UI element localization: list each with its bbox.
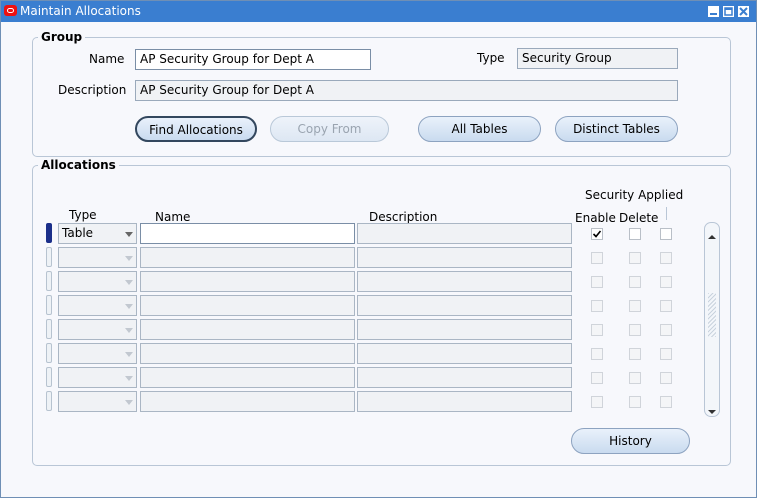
- enable-checkbox[interactable]: [591, 252, 603, 264]
- security-checkbox[interactable]: [660, 396, 672, 408]
- all-tables-button[interactable]: All Tables: [418, 116, 541, 142]
- allocation-name-field[interactable]: [140, 319, 355, 340]
- group-legend: Group: [38, 30, 86, 44]
- enable-checkbox[interactable]: [591, 372, 603, 384]
- enable-checkbox[interactable]: [591, 324, 603, 336]
- allocation-description-field[interactable]: [357, 391, 572, 412]
- column-header-name: Name: [155, 210, 191, 224]
- enable-checkbox[interactable]: [591, 300, 603, 312]
- delete-checkbox[interactable]: [629, 300, 641, 312]
- row-indicator[interactable]: [46, 319, 52, 339]
- type-label: Type: [477, 51, 505, 65]
- row-indicator[interactable]: [46, 367, 52, 387]
- column-header-delete: Delete: [619, 211, 659, 225]
- delete-checkbox[interactable]: [629, 276, 641, 288]
- row-indicator[interactable]: [46, 271, 52, 291]
- allocation-description-field[interactable]: [357, 367, 572, 388]
- type-select[interactable]: Table: [58, 223, 137, 244]
- app-icon: [4, 5, 17, 16]
- security-checkbox[interactable]: [660, 324, 672, 336]
- scroll-down-icon[interactable]: [708, 404, 716, 418]
- security-checkbox[interactable]: [660, 372, 672, 384]
- row-indicator[interactable]: [46, 343, 52, 363]
- dropdown-arrow-icon[interactable]: [125, 256, 133, 261]
- security-checkbox[interactable]: [660, 276, 672, 288]
- row-indicator[interactable]: [46, 391, 52, 411]
- delete-checkbox[interactable]: [629, 372, 641, 384]
- type-select[interactable]: [58, 319, 137, 340]
- distinct-tables-button[interactable]: Distinct Tables: [555, 116, 678, 142]
- column-header-type: Type: [69, 208, 97, 222]
- dropdown-arrow-icon[interactable]: [125, 352, 133, 357]
- scroll-thumb-grip[interactable]: [708, 293, 716, 337]
- allocations-legend: Allocations: [38, 158, 119, 172]
- group-name-field[interactable]: AP Security Group for Dept A: [135, 49, 371, 70]
- type-select[interactable]: [58, 391, 137, 412]
- dropdown-arrow-icon[interactable]: [125, 304, 133, 309]
- delete-checkbox[interactable]: [629, 324, 641, 336]
- column-separator: [666, 207, 667, 220]
- find-allocations-button[interactable]: Find Allocations: [135, 116, 257, 142]
- row-indicator[interactable]: [46, 223, 52, 243]
- security-checkbox[interactable]: [660, 252, 672, 264]
- title-bar[interactable]: Maintain Allocations: [1, 1, 756, 22]
- security-checkbox[interactable]: [660, 300, 672, 312]
- close-icon[interactable]: [738, 6, 749, 17]
- checkmark-icon: [592, 230, 602, 238]
- row-indicator[interactable]: [46, 295, 52, 315]
- dropdown-arrow-icon[interactable]: [125, 376, 133, 381]
- security-checkbox[interactable]: [660, 228, 672, 240]
- maintain-allocations-window: Maintain Allocations Group Name AP Secur…: [0, 0, 757, 498]
- security-checkbox[interactable]: [660, 348, 672, 360]
- enable-checkbox[interactable]: [591, 396, 603, 408]
- row-indicator[interactable]: [46, 247, 52, 267]
- column-header-description: Description: [369, 210, 438, 224]
- enable-checkbox[interactable]: [591, 276, 603, 288]
- type-value: Table: [62, 226, 94, 240]
- enable-checkbox[interactable]: [591, 228, 603, 240]
- allocation-description-field[interactable]: [357, 343, 572, 364]
- dropdown-arrow-icon[interactable]: [125, 400, 133, 405]
- allocation-name-field[interactable]: [140, 391, 355, 412]
- history-button-label: History: [609, 434, 652, 448]
- allocation-name-field[interactable]: [140, 295, 355, 316]
- name-label: Name: [89, 52, 125, 66]
- allocation-description-field[interactable]: [357, 247, 572, 268]
- type-select[interactable]: [58, 295, 137, 316]
- dropdown-arrow-icon[interactable]: [125, 328, 133, 333]
- history-button[interactable]: History: [571, 428, 690, 454]
- allocation-name-field[interactable]: [140, 247, 355, 268]
- copy-from-button[interactable]: Copy From: [270, 116, 389, 142]
- window-title: Maintain Allocations: [20, 4, 141, 18]
- group-description-field[interactable]: AP Security Group for Dept A: [135, 80, 678, 101]
- delete-checkbox[interactable]: [629, 348, 641, 360]
- type-select[interactable]: [58, 271, 137, 292]
- delete-checkbox[interactable]: [629, 228, 641, 240]
- type-select[interactable]: [58, 343, 137, 364]
- maximize-icon[interactable]: [723, 6, 734, 17]
- description-label: Description: [58, 83, 127, 97]
- allocation-description-field[interactable]: [357, 271, 572, 292]
- minimize-icon[interactable]: [708, 6, 719, 17]
- allocation-name-field[interactable]: [140, 343, 355, 364]
- delete-checkbox[interactable]: [629, 396, 641, 408]
- dropdown-arrow-icon[interactable]: [125, 232, 133, 237]
- group-type-field: Security Group: [517, 48, 678, 69]
- enable-checkbox[interactable]: [591, 348, 603, 360]
- allocation-name-field[interactable]: [140, 223, 355, 244]
- dropdown-arrow-icon[interactable]: [125, 280, 133, 285]
- allocation-description-field[interactable]: [357, 295, 572, 316]
- delete-checkbox[interactable]: [629, 252, 641, 264]
- allocation-name-field[interactable]: [140, 367, 355, 388]
- security-applied-label: Security Applied: [585, 188, 684, 202]
- allocation-description-field[interactable]: [357, 223, 572, 244]
- allocation-description-field[interactable]: [357, 319, 572, 340]
- type-select[interactable]: [58, 247, 137, 268]
- scroll-up-icon[interactable]: [708, 229, 716, 243]
- type-select[interactable]: [58, 367, 137, 388]
- vertical-scrollbar[interactable]: [704, 222, 720, 417]
- column-header-enable: Enable: [575, 211, 616, 225]
- allocation-name-field[interactable]: [140, 271, 355, 292]
